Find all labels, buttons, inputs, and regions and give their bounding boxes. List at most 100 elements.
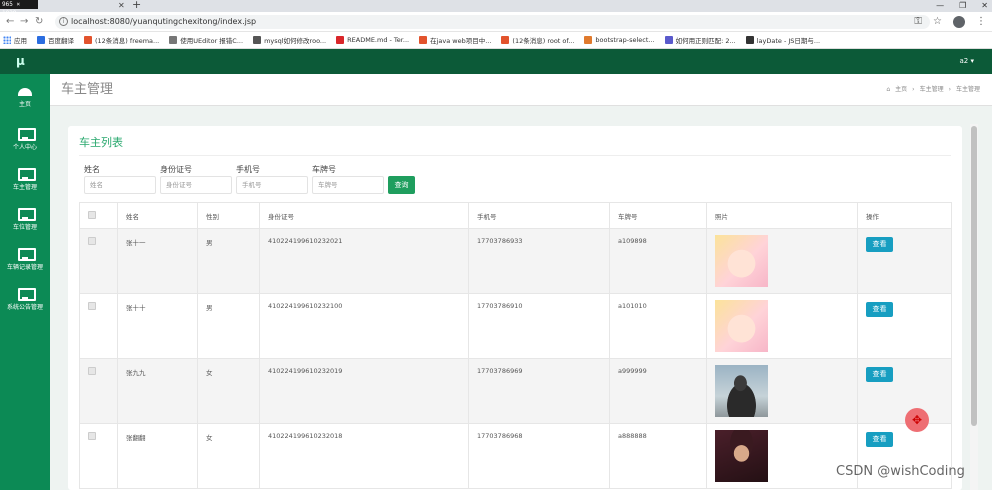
window-controls: — ❐ ✕ (936, 0, 988, 12)
sidebar-item-vehicle-records[interactable]: 车辆记录管理 (0, 240, 50, 280)
column-header: 性别 (197, 202, 260, 229)
row-checkbox[interactable] (88, 302, 96, 310)
bookmark-item[interactable]: (12条消息) root of... (501, 35, 574, 45)
row-select-cell (79, 423, 118, 489)
forward-icon[interactable]: → (20, 15, 28, 29)
column-header: 操作 (857, 202, 952, 229)
sidebar-item-personal-center[interactable]: 个人中心 (0, 120, 50, 160)
sidebar-item-parking-space-management[interactable]: 车位管理 (0, 200, 50, 240)
bookmark-item[interactable]: mysql如何修改roo... (253, 35, 326, 45)
view-button[interactable]: 查看 (866, 432, 893, 447)
sidebar-item-label: 系统公告管理 (6, 304, 43, 311)
scrollbar-thumb[interactable] (971, 126, 977, 426)
bookmark-item[interactable]: bootstrap-select... (584, 36, 655, 44)
page-title: 车主管理 (61, 82, 114, 97)
plate-input[interactable]: 车牌号 (312, 176, 384, 194)
table-row: 张十一 男 410224199610232021 17703786933 a10… (79, 228, 952, 294)
cell-plate: a888888 (609, 423, 707, 489)
breadcrumb-section[interactable]: 车主管理 (920, 74, 944, 106)
monitor-icon (18, 248, 36, 261)
breadcrumb-home[interactable]: 主页 (895, 74, 907, 106)
breadcrumb-separator: › (912, 86, 915, 93)
search-button[interactable]: 查询 (388, 176, 415, 194)
bookmark-favicon-icon (584, 36, 593, 44)
sidebar-item-label: 车位管理 (12, 224, 37, 231)
bookmarks-bar: 应用 百度翻译 (12条消息) freema... 使用UEditor 报错C.… (0, 32, 992, 49)
bookmark-item[interactable]: layDate - JS日期与... (745, 35, 820, 45)
star-icon[interactable]: ☆ (933, 15, 942, 29)
select-all-checkbox[interactable] (88, 210, 96, 219)
vertical-scrollbar[interactable] (970, 124, 978, 490)
watermark: CSDN @wishCoding (836, 464, 965, 479)
panel-title: 车主列表 (79, 136, 123, 149)
cell-name: 张十十 (117, 293, 198, 359)
restore-icon[interactable]: ❐ (959, 0, 966, 12)
reload-icon[interactable]: ↻ (35, 15, 43, 29)
sidebar-item-announcements[interactable]: 系统公告管理 (0, 280, 50, 320)
column-header: 姓名 (117, 202, 198, 229)
back-icon[interactable]: ← (6, 15, 14, 29)
bookmark-item[interactable]: 百度翻译 (37, 35, 74, 45)
app-logo[interactable]: μ (16, 53, 25, 69)
view-button[interactable]: 查看 (866, 237, 893, 252)
owner-photo (715, 235, 768, 287)
bookmark-item[interactable]: README.md - Ter... (336, 36, 409, 44)
bookmark-favicon-icon (253, 36, 262, 44)
cell-id-card: 410224199610232018 (259, 423, 469, 489)
cell-action: 查看 (857, 228, 952, 294)
row-checkbox[interactable] (88, 367, 96, 375)
cell-phone: 17703786910 (468, 293, 610, 359)
filter-label-phone: 手机号 (236, 165, 260, 174)
table-row: 张九九 女 410224199610232019 17703786969 a99… (79, 358, 952, 424)
owner-table: 姓名 性别 身份证号 手机号 车牌号 照片 操作 张十一 男 410224199… (79, 202, 952, 489)
sidebar-item-owner-management[interactable]: 车主管理 (0, 160, 50, 200)
cell-name: 张九九 (117, 358, 198, 424)
new-tab-icon[interactable]: + (132, 0, 141, 11)
name-input[interactable]: 姓名 (84, 176, 156, 194)
user-menu[interactable]: a2 ▾ (960, 49, 974, 74)
window-size-badge: 965 × 1029 (0, 0, 38, 17)
tab-close-icon[interactable]: ✕ (118, 1, 125, 11)
view-button[interactable]: 查看 (866, 367, 893, 382)
id-card-input[interactable]: 身份证号 (160, 176, 232, 194)
app-header: μ a2 ▾ (0, 49, 992, 74)
more-menu-icon[interactable]: ⋮ (976, 15, 986, 29)
phone-input[interactable]: 手机号 (236, 176, 308, 194)
close-window-icon[interactable]: ✕ (981, 0, 988, 12)
monitor-icon (18, 208, 36, 221)
address-bar-actions: ⚿ ☆ ⋮ (914, 15, 986, 29)
page-title-bar: 车主管理 ⌂ 主页 › 车主管理 › 车主管理 (50, 74, 992, 106)
bookmark-item[interactable]: 如何用正则匹配: 2... (664, 35, 736, 45)
row-select-cell (79, 228, 118, 294)
info-icon[interactable]: i (59, 17, 68, 26)
breadcrumb-separator: › (948, 86, 951, 93)
column-header: 手机号 (468, 202, 610, 229)
key-icon[interactable]: ⚿ (914, 15, 922, 29)
minimize-icon[interactable]: — (936, 0, 944, 12)
browser-tab-bar: 965 × 1029 ✕ + — ❐ ✕ (0, 0, 992, 17)
cell-photo (706, 228, 858, 294)
bookmark-item[interactable]: 在java web项目中... (419, 35, 491, 45)
bookmark-apps[interactable]: 应用 (3, 35, 27, 45)
row-checkbox[interactable] (88, 432, 96, 440)
row-checkbox[interactable] (88, 237, 96, 245)
url-field[interactable]: i localhost:8080/yuanqutingchexitong/ind… (55, 15, 930, 29)
sidebar-item-home[interactable]: 主页 (0, 80, 50, 120)
bookmark-item[interactable]: (12条消息) freema... (84, 35, 159, 45)
table-header-row: 姓名 性别 身份证号 手机号 车牌号 照片 操作 (79, 202, 952, 229)
profile-avatar[interactable] (953, 16, 965, 28)
view-button[interactable]: 查看 (866, 302, 893, 317)
cell-gender: 男 (197, 293, 260, 359)
bookmark-favicon-icon (84, 36, 92, 44)
column-header: 照片 (706, 202, 858, 229)
cell-gender: 女 (197, 423, 260, 489)
row-select-cell (79, 293, 118, 359)
row-select-cell (79, 358, 118, 424)
cell-plate: a101010 (609, 293, 707, 359)
cell-name: 张十一 (117, 228, 198, 294)
cell-name: 张翻翻 (117, 423, 198, 489)
bookmark-item[interactable]: 使用UEditor 报错C... (169, 35, 243, 45)
floating-move-icon[interactable]: ✥ (905, 408, 929, 432)
bookmark-favicon-icon (664, 36, 673, 44)
panel-divider (79, 155, 951, 156)
